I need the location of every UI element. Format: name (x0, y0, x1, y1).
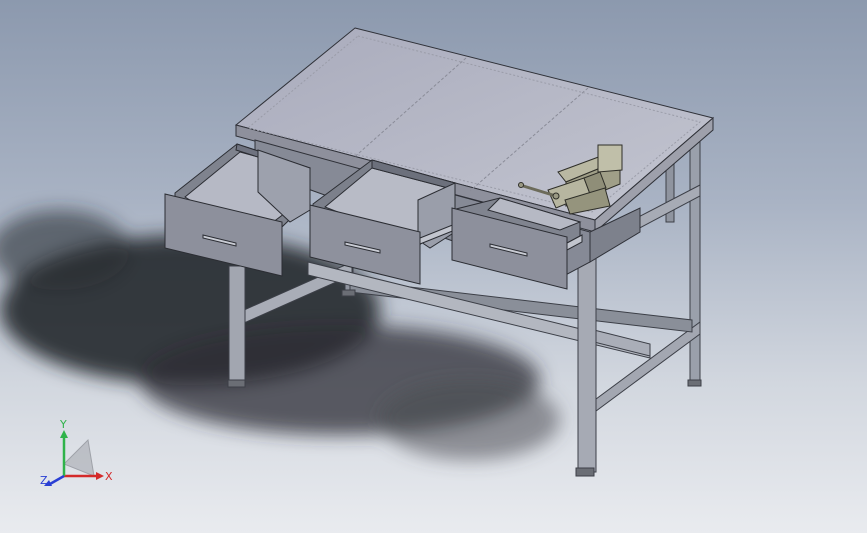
triad-base (63, 438, 95, 477)
y-axis-arrow (60, 430, 68, 438)
front-left-leg (228, 265, 246, 384)
cad-model-view[interactable] (0, 0, 867, 533)
foot-back-left (341, 289, 356, 297)
reference-triad: X Y Z (40, 418, 113, 487)
back-right-leg (689, 134, 701, 383)
front-middle-rail (593, 329, 651, 357)
x-axis-label: X (105, 470, 113, 483)
foot-front-right (575, 467, 595, 477)
z-axis-line (49, 474, 65, 486)
x-axis-arrow (96, 472, 104, 480)
foot-front-left (227, 379, 246, 388)
foot-back-right (687, 379, 702, 387)
graphics-viewport[interactable]: X Y Z (0, 0, 867, 533)
y-axis-label: Y (59, 418, 67, 431)
z-axis-label: Z (40, 474, 48, 487)
